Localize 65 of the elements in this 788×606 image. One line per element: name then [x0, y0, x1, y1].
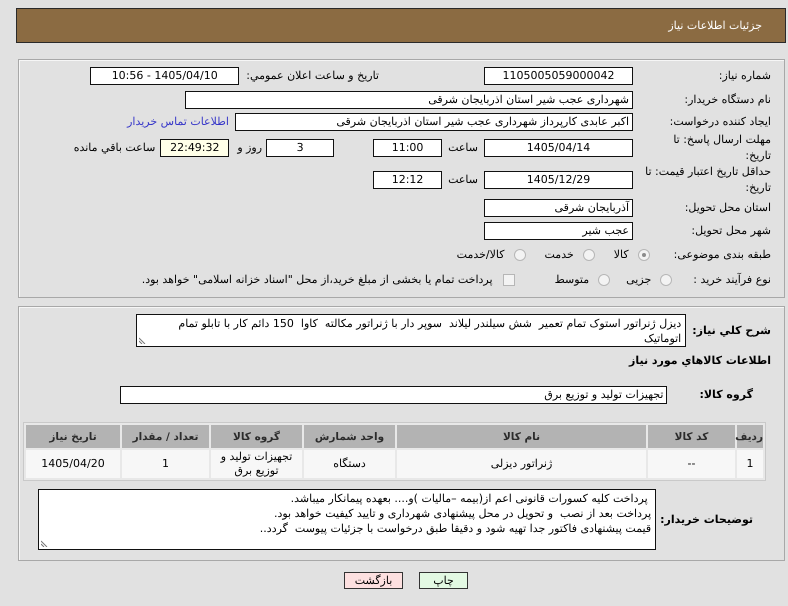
- price-validity-label: حداقل تاریخ اعتبار قیمت: تا تاریخ:: [644, 164, 771, 196]
- table-header-cell: واحد شمارش: [304, 425, 395, 448]
- buyer-contact-link[interactable]: اطلاعات تماس خریدار: [127, 115, 229, 128]
- checkbox[interactable]: [502, 274, 515, 286]
- header-title: جزئیات اطلاعات نیاز: [668, 19, 762, 32]
- table-cell: 1: [122, 450, 209, 478]
- time-label: ساعت: [448, 140, 478, 156]
- requester-field[interactable]: اکبر عابدی کارپرداز شهرداری عجب شیر استان اذربایجان شرقی: [235, 112, 633, 130]
- announce-date-field[interactable]: 1405/04/10 - 10:56: [90, 67, 240, 85]
- delivery-province-label: استان محل تحویل:: [684, 200, 771, 216]
- announce-date-label: تاریخ و ساعت اعلان عمومي:: [246, 68, 379, 84]
- goods-group-label: گروه کالا:: [699, 386, 753, 402]
- subject-category-label: طبقه بندی موضوعی:: [674, 247, 771, 263]
- table-header-cell: نام کالا: [397, 425, 646, 448]
- purchase-type-label: نوع فرآیند خرید :: [693, 272, 771, 288]
- resize-grip-icon[interactable]: [41, 539, 50, 547]
- days-label: روز و: [237, 140, 262, 156]
- buyer-org-field[interactable]: شهرداری عجب شیر استان اذربایجان شرقی: [185, 90, 633, 108]
- table-header-cell: تاریخ نیاز: [26, 425, 120, 448]
- buyer-notes-label: توضیحات خریدار:: [660, 512, 753, 528]
- option-label: متوسط: [554, 272, 590, 288]
- deadline-date-field[interactable]: 1405/04/14: [484, 139, 633, 157]
- table-header-cell: ردیف: [737, 425, 763, 448]
- radio-button[interactable]: [660, 274, 672, 286]
- table-header-cell: کد کالا: [648, 425, 735, 448]
- requester-label: ایجاد کننده درخواست:: [668, 114, 771, 130]
- option-label: جزیی: [626, 272, 652, 288]
- radio-button[interactable]: [638, 249, 650, 261]
- option-label: کالا/خدمت: [456, 247, 504, 263]
- description-label: شرح کلي نیاز:: [692, 322, 771, 338]
- time-left-field[interactable]: 22:49:32: [160, 139, 230, 157]
- delivery-province-field[interactable]: آذربایجان شرقی: [484, 198, 633, 216]
- description-field[interactable]: دیزل ژنراتور استوک تمام تعمیر شش سیلندر لیلاند سوپر دار با ژنراتور مکالته کاوا 150 دائم کار با تابلو تمام اتوماتیک: [136, 314, 686, 347]
- table-cell: تجهیزات تولید و توزیع برق: [211, 450, 302, 478]
- time-left-label: ساعت باقي مانده: [74, 140, 156, 156]
- radio-button[interactable]: [598, 274, 610, 286]
- buyer-notes-field[interactable]: پرداخت کلیه کسورات قانونی اعم از(بیمه –مالیات )و.... بعهده پیمانکار میباشد. پرداخت بعد از نصب و تحویل در محل پیشنهادی شهرداری و تایید کیفیت خواهد بود. قیمت پیشنهادی فاکتور جدا تهیه شود و دقیقا طبق درخواست با جزئیات پیوست گردد..: [38, 489, 656, 550]
- need-number-field[interactable]: 1105005059000042: [484, 67, 633, 85]
- table-cell: 1405/04/20: [26, 450, 120, 478]
- deadline-time-field[interactable]: 11:00: [373, 139, 442, 157]
- treasury-payment-label: پرداخت تمام یا بخشی از مبلغ خرید،از محل "اسناد خزانه اسلامی" خواهد بود.: [142, 272, 493, 288]
- option-label: کالا: [614, 247, 629, 263]
- reply-deadline-label: مهلت ارسال پاسخ: تا تاریخ:: [672, 132, 771, 164]
- option-label: خدمت: [544, 247, 574, 263]
- validity-time-field[interactable]: 12:12: [373, 171, 442, 189]
- table-cell: --: [648, 450, 735, 478]
- table-cell: دستگاه: [304, 450, 395, 478]
- radio-button[interactable]: [514, 249, 526, 261]
- table-cell: ژنراتور دیزلی: [397, 450, 646, 478]
- goods-group-field[interactable]: تجهیزات تولید و توزیع برق: [120, 386, 668, 404]
- table-cell: 1: [737, 450, 763, 478]
- table-header-cell: گروه کالا: [211, 425, 302, 448]
- buyer-org-label: نام دستگاه خریدار:: [683, 92, 771, 108]
- goods-heading: اطلاعات کالاهاي مورد نیاز: [629, 354, 771, 367]
- delivery-city-label: شهر محل تحویل:: [690, 222, 771, 238]
- days-left-field[interactable]: 3: [266, 139, 334, 157]
- time-label: ساعت: [448, 172, 478, 188]
- need-number-label: شماره نیاز:: [718, 68, 771, 84]
- radio-button[interactable]: [582, 249, 595, 261]
- print-button[interactable]: چاپ: [419, 572, 468, 589]
- delivery-city-field[interactable]: عجب شیر: [484, 222, 633, 240]
- table-header-cell: تعداد / مقدار: [122, 425, 209, 448]
- back-button[interactable]: بازگشت: [344, 572, 403, 589]
- resize-grip-icon[interactable]: [139, 336, 148, 344]
- validity-date-field[interactable]: 1405/12/29: [484, 171, 633, 189]
